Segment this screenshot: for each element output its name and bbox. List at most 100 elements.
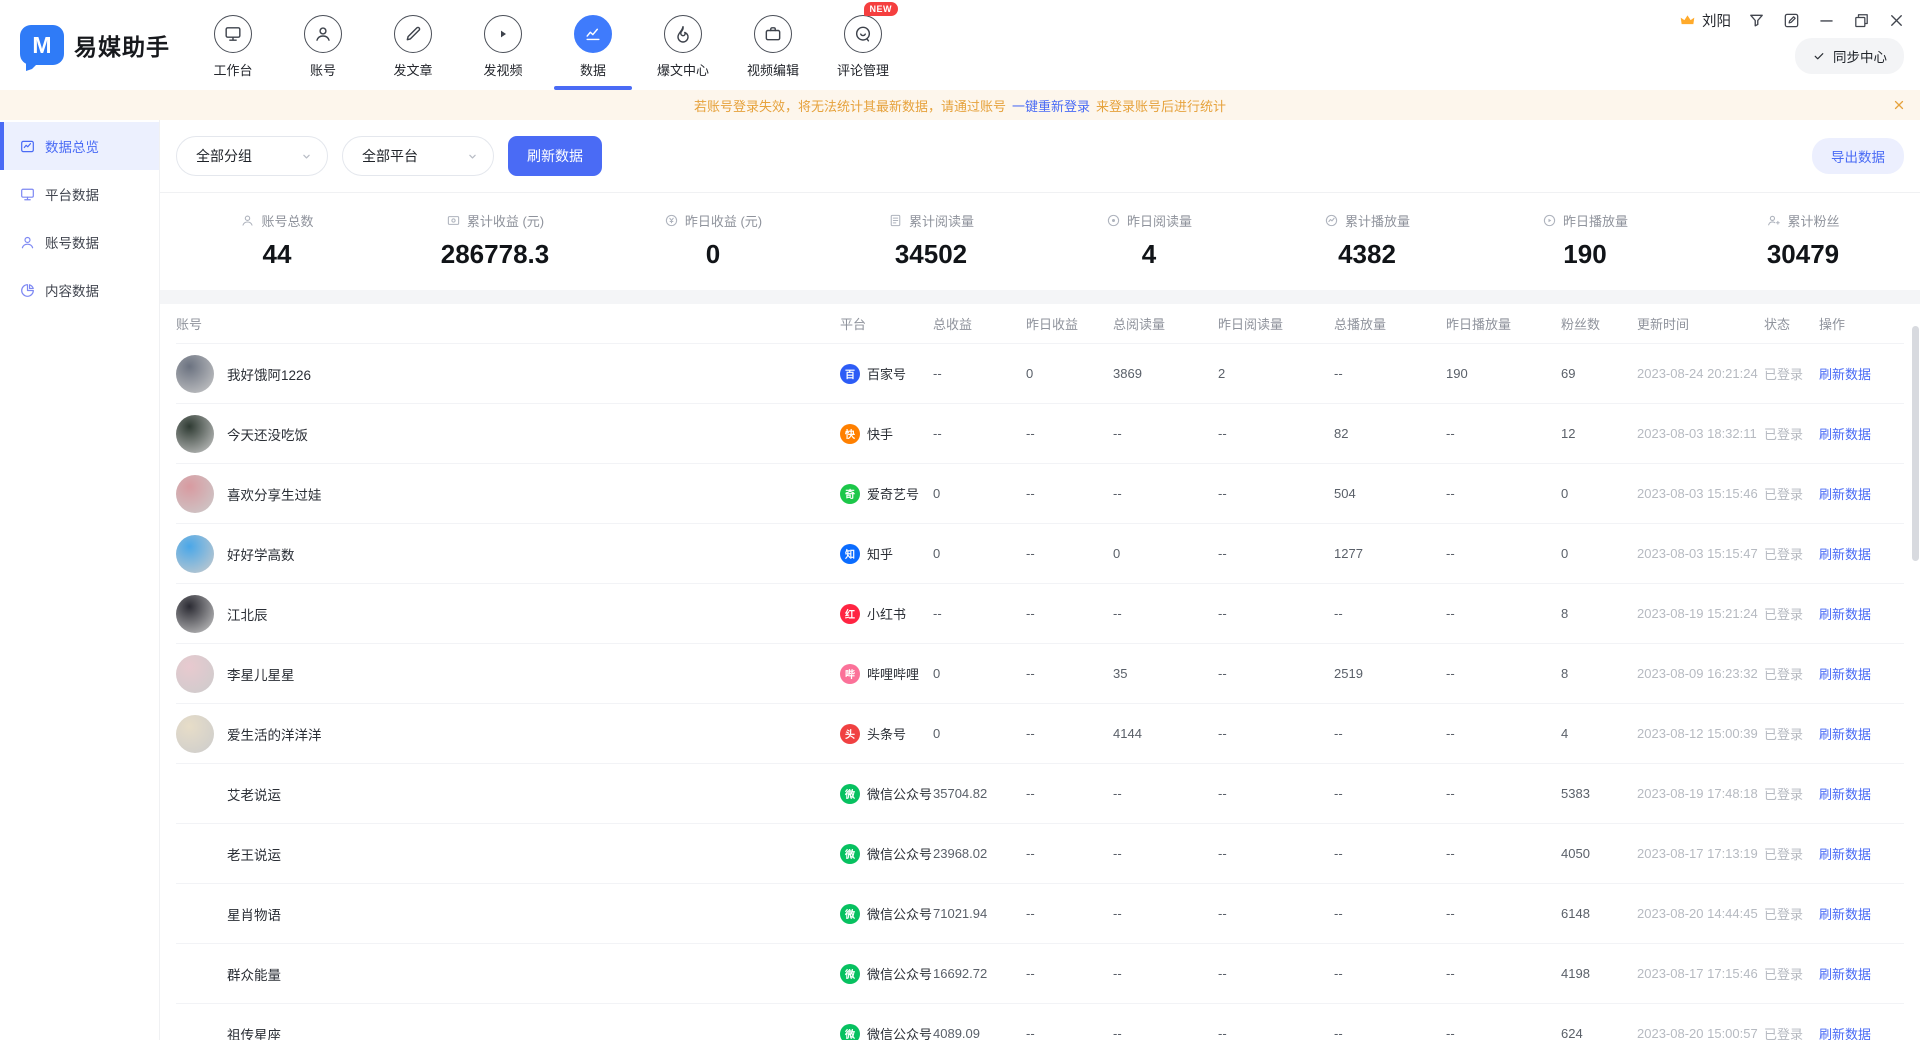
total-income-cell: 71021.94 bbox=[933, 906, 1026, 921]
total-income-cell: 4089.09 bbox=[933, 1026, 1026, 1040]
section-divider bbox=[160, 290, 1920, 304]
new-badge: NEW bbox=[864, 2, 899, 16]
refresh-row-link[interactable]: 刷新数据 bbox=[1819, 724, 1904, 743]
stats-summary: 账号总数 44累计收益 (元) 286778.3昨日收益 (元) 0累计阅读量 … bbox=[160, 193, 1920, 290]
banner-text-after: 来登录账号后进行统计 bbox=[1096, 96, 1226, 115]
avatar bbox=[176, 535, 214, 573]
refresh-row-link[interactable]: 刷新数据 bbox=[1819, 964, 1904, 983]
nav-item-account[interactable]: 账号 bbox=[278, 0, 368, 90]
nav-item-post-video[interactable]: 发视频 bbox=[458, 0, 548, 90]
avatar-placeholder bbox=[176, 1015, 214, 1040]
status-cell: 已登录 bbox=[1764, 1024, 1819, 1040]
total-income-cell: -- bbox=[933, 366, 1026, 381]
total-plays-cell: 1277 bbox=[1334, 546, 1446, 561]
table-row: 爱生活的洋洋洋 头 头条号 0 -- 4144 -- -- -- 4 2023-… bbox=[176, 704, 1904, 764]
column-header: 操作 bbox=[1819, 314, 1904, 333]
sidebar-item-platform-data[interactable]: 平台数据 bbox=[0, 170, 159, 218]
flame-icon bbox=[673, 24, 693, 44]
nav-item-circle bbox=[664, 15, 702, 53]
pie-icon bbox=[19, 282, 36, 299]
yesterday-plays-cell: -- bbox=[1446, 966, 1561, 981]
nav-item-video-editor[interactable]: 视频编辑 bbox=[728, 0, 818, 90]
app-logo: M 易媒助手 bbox=[0, 25, 170, 65]
refresh-row-link[interactable]: 刷新数据 bbox=[1819, 604, 1904, 623]
nav-item-hot-center[interactable]: 爆文中心 bbox=[638, 0, 728, 90]
yesterday-income-cell: 0 bbox=[1026, 366, 1113, 381]
stat-value: 4382 bbox=[1338, 239, 1396, 270]
chevron-down-icon bbox=[466, 150, 479, 163]
platform-name: 微信公众号 bbox=[867, 844, 932, 863]
fans-cell: 8 bbox=[1561, 666, 1637, 681]
nav-item-circle bbox=[574, 15, 612, 53]
account-name-cell: 老王说运 bbox=[176, 835, 840, 873]
refresh-row-link[interactable]: 刷新数据 bbox=[1819, 664, 1904, 683]
yesterday-reads-cell: -- bbox=[1218, 966, 1334, 981]
status-cell: 已登录 bbox=[1764, 724, 1819, 743]
page-layout: 数据总览平台数据账号数据内容数据 全部分组 全部平台 刷新数据 导出数据 账号总… bbox=[0, 120, 1920, 1040]
feedback-edit-icon[interactable] bbox=[1782, 11, 1801, 30]
total-income-cell: -- bbox=[933, 426, 1026, 441]
platform-icon: 奇 bbox=[840, 484, 860, 504]
refresh-row-link[interactable]: 刷新数据 bbox=[1819, 1024, 1904, 1040]
yesterday-reads-cell: -- bbox=[1218, 546, 1334, 561]
platform-icon: 微 bbox=[840, 904, 860, 924]
platform-icon: 红 bbox=[840, 604, 860, 624]
group-filter-select[interactable]: 全部分组 bbox=[176, 136, 328, 176]
user-menu[interactable]: 刘阳 bbox=[1678, 10, 1731, 31]
nav-item-workbench[interactable]: 工作台 bbox=[188, 0, 278, 90]
playc-icon bbox=[1542, 213, 1557, 228]
user-name: 刘阳 bbox=[1702, 10, 1731, 31]
nav-item-comment-manager[interactable]: 评论管理 NEW bbox=[818, 0, 908, 90]
total-income-cell: 0 bbox=[933, 546, 1026, 561]
total-plays-cell: 504 bbox=[1334, 486, 1446, 501]
fans-cell: 4 bbox=[1561, 726, 1637, 741]
vertical-scrollbar[interactable] bbox=[1912, 326, 1919, 561]
refresh-row-link[interactable]: 刷新数据 bbox=[1819, 904, 1904, 923]
export-data-button[interactable]: 导出数据 bbox=[1812, 138, 1904, 174]
account-name-cell: 今天还没吃饭 bbox=[176, 415, 840, 453]
refresh-row-link[interactable]: 刷新数据 bbox=[1819, 424, 1904, 443]
table-row: 老王说运 微 微信公众号 23968.02 -- -- -- -- -- 405… bbox=[176, 824, 1904, 884]
yesterday-income-cell: -- bbox=[1026, 906, 1113, 921]
total-income-cell: 35704.82 bbox=[933, 786, 1026, 801]
updated-time-cell: 2023-08-20 15:00:57 bbox=[1637, 1026, 1764, 1040]
minimize-button[interactable] bbox=[1817, 11, 1836, 30]
refresh-row-link[interactable]: 刷新数据 bbox=[1819, 484, 1904, 503]
yesterday-reads-cell: -- bbox=[1218, 846, 1334, 861]
banner-close-icon[interactable] bbox=[1892, 98, 1906, 112]
platform-cell: 快 快手 bbox=[840, 424, 933, 444]
stat-card-2: 昨日收益 (元) 0 bbox=[604, 211, 822, 270]
sidebar-item-content-data[interactable]: 内容数据 bbox=[0, 266, 159, 314]
updated-time-cell: 2023-08-03 18:32:11 bbox=[1637, 426, 1764, 441]
platform-cell: 微 微信公众号 bbox=[840, 964, 933, 984]
refresh-row-link[interactable]: 刷新数据 bbox=[1819, 364, 1904, 383]
relogin-link[interactable]: 一键重新登录 bbox=[1012, 96, 1090, 115]
sidebar-item-data-overview[interactable]: 数据总览 bbox=[0, 122, 159, 170]
stat-card-7: 累计粉丝 30479 bbox=[1694, 211, 1912, 270]
nav-item-post-article[interactable]: 发文章 bbox=[368, 0, 458, 90]
stat-card-3: 累计阅读量 34502 bbox=[822, 211, 1040, 270]
monitor-icon bbox=[19, 186, 36, 203]
titlebar-controls: 刘阳 bbox=[1678, 10, 1906, 31]
theme-icon[interactable] bbox=[1747, 11, 1766, 30]
platform-name: 爱奇艺号 bbox=[867, 484, 919, 503]
avatar bbox=[176, 415, 214, 453]
platform-filter-select[interactable]: 全部平台 bbox=[342, 136, 494, 176]
total-reads-cell: -- bbox=[1113, 486, 1218, 501]
yesterday-income-cell: -- bbox=[1026, 606, 1113, 621]
column-header: 状态 bbox=[1764, 314, 1819, 333]
refresh-row-link[interactable]: 刷新数据 bbox=[1819, 544, 1904, 563]
nav-item-data[interactable]: 数据 bbox=[548, 0, 638, 90]
total-reads-cell: -- bbox=[1113, 966, 1218, 981]
nav-item-label: 发视频 bbox=[483, 60, 522, 79]
yesterday-plays-cell: -- bbox=[1446, 786, 1561, 801]
sidebar-item-label: 数据总览 bbox=[45, 136, 99, 156]
maximize-restore-button[interactable] bbox=[1852, 11, 1871, 30]
yesterday-reads-cell: -- bbox=[1218, 906, 1334, 921]
refresh-data-button[interactable]: 刷新数据 bbox=[508, 136, 602, 176]
sync-center-button[interactable]: 同步中心 bbox=[1795, 38, 1904, 74]
sidebar-item-account-data[interactable]: 账号数据 bbox=[0, 218, 159, 266]
refresh-row-link[interactable]: 刷新数据 bbox=[1819, 784, 1904, 803]
close-button[interactable] bbox=[1887, 11, 1906, 30]
refresh-row-link[interactable]: 刷新数据 bbox=[1819, 844, 1904, 863]
